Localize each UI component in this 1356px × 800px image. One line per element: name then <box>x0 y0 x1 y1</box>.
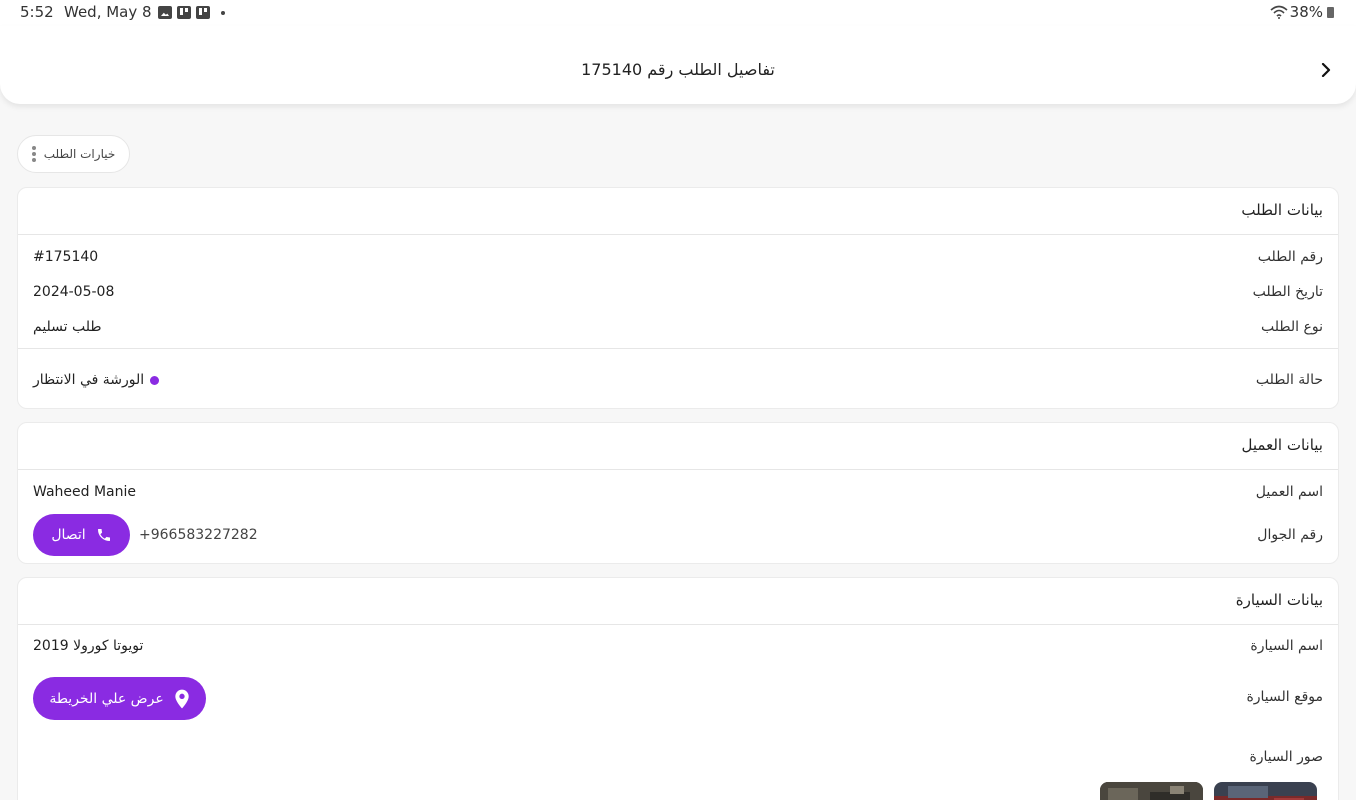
order-status-row: حالة الطلب الورشة في الانتظار <box>18 372 1338 396</box>
order-status-label: حالة الطلب <box>1255 372 1323 388</box>
gallery-notification-icon <box>158 6 172 19</box>
car-photo-thumbnail-2[interactable] <box>1214 782 1317 800</box>
customer-phone-label: رقم الجوال <box>1257 527 1323 543</box>
location-pin-icon <box>175 689 189 708</box>
notification-icons <box>158 6 225 19</box>
order-type-value: طلب تسليم <box>33 319 102 335</box>
battery-percent: 38% <box>1289 3 1323 21</box>
customer-name-label: اسم العميل <box>1255 484 1323 500</box>
customer-name-row: اسم العميل Waheed Manie <box>18 484 1338 508</box>
call-button[interactable]: اتصال <box>33 514 130 556</box>
car-photos-label: صور السيارة <box>1249 749 1323 765</box>
order-number-value: #175140 <box>33 249 99 265</box>
order-type-label: نوع الطلب <box>1261 319 1323 335</box>
back-button[interactable] <box>1318 62 1334 78</box>
order-status-value: الورشة في الانتظار <box>33 372 145 388</box>
trello-notification-icon-2 <box>196 6 210 19</box>
car-name-value: تويوتا كورولا 2019 <box>33 638 144 654</box>
car-photo-image <box>1100 782 1203 800</box>
status-dot-icon <box>150 375 160 385</box>
more-vertical-icon <box>31 146 36 162</box>
status-date: Wed, May 8 <box>64 3 152 21</box>
customer-name-value: Waheed Manie <box>33 484 136 500</box>
more-notifications-icon <box>221 10 225 15</box>
car-photos-row: صور السيارة <box>18 749 1338 773</box>
car-card-title: بيانات السيارة <box>18 578 1338 625</box>
phone-icon <box>97 529 110 541</box>
status-bar: 5:52 Wed, May 8 38% <box>0 0 1356 26</box>
order-number-row: رقم الطلب #175140 <box>18 249 1338 273</box>
app-bar: تفاصيل الطلب رقم 175140 <box>0 26 1356 104</box>
order-date-value: 2024-05-08 <box>33 284 115 300</box>
wifi-icon <box>1270 5 1288 19</box>
call-button-label: اتصال <box>51 527 86 543</box>
customer-phone-row: رقم الجوال +966583227282 <box>18 527 1338 551</box>
customer-card-title: بيانات العميل <box>18 423 1338 470</box>
chevron-right-icon <box>1321 63 1331 77</box>
order-card-title: بيانات الطلب <box>18 188 1338 235</box>
order-options-label: خيارات الطلب <box>43 147 116 161</box>
order-date-label: تاريخ الطلب <box>1252 284 1323 300</box>
car-location-row: موقع السيارة <box>18 689 1338 713</box>
order-card-divider <box>18 348 1338 349</box>
order-date-row: تاريخ الطلب 2024-05-08 <box>18 284 1338 308</box>
order-options-button[interactable]: خيارات الطلب <box>17 135 130 173</box>
view-on-map-label: عرض علي الخريطة <box>49 690 164 707</box>
status-time: 5:52 <box>20 3 54 21</box>
car-photo-thumbnail[interactable] <box>1100 782 1203 800</box>
customer-phone-value: +966583227282 <box>139 527 258 543</box>
car-location-label: موقع السيارة <box>1246 689 1323 705</box>
car-photo-image-2 <box>1214 782 1317 800</box>
order-type-row: نوع الطلب طلب تسليم <box>18 319 1338 343</box>
battery-icon <box>1327 6 1334 18</box>
page-title: تفاصيل الطلب رقم 175140 <box>581 60 775 79</box>
order-data-card: بيانات الطلب رقم الطلب #175140 تاريخ الط… <box>17 187 1339 409</box>
car-name-row: اسم السيارة تويوتا كورولا 2019 <box>18 638 1338 662</box>
status-right: 38% <box>1270 3 1334 21</box>
view-on-map-button[interactable]: عرض علي الخريطة <box>33 677 206 720</box>
trello-notification-icon <box>177 6 191 19</box>
car-data-card: بيانات السيارة اسم السيارة تويوتا كورولا… <box>17 577 1339 800</box>
car-name-label: اسم السيارة <box>1250 638 1323 654</box>
status-badge: الورشة في الانتظار <box>33 372 160 388</box>
order-number-label: رقم الطلب <box>1257 249 1323 265</box>
customer-data-card: بيانات العميل اسم العميل Waheed Manie رق… <box>17 422 1339 564</box>
